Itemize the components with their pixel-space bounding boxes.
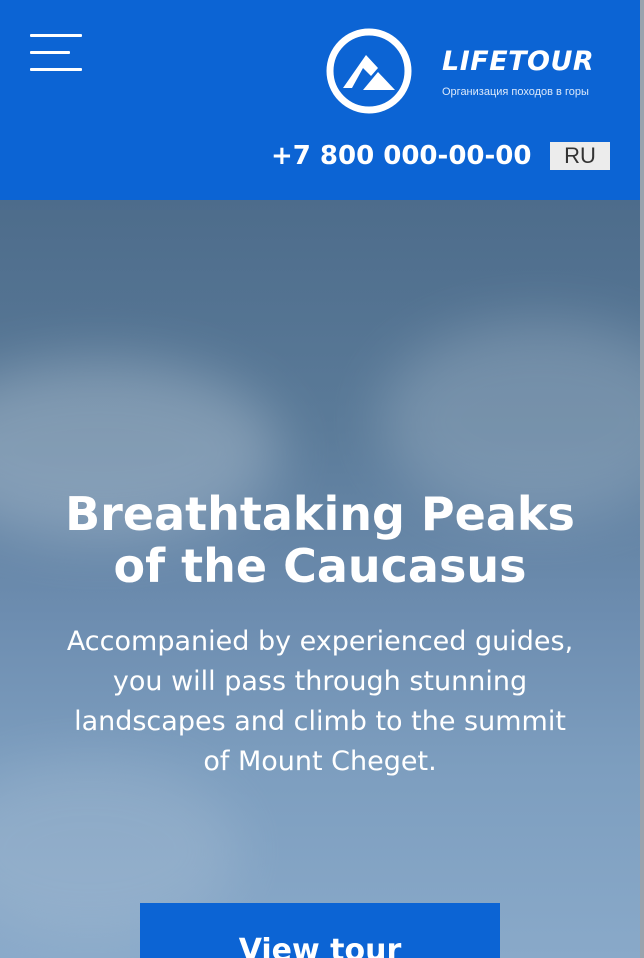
phone-link[interactable]: +7 800 000-00-00 xyxy=(271,140,531,172)
hero-subtitle: Accompanied by experienced guides, you w… xyxy=(20,622,620,782)
hamburger-menu-icon[interactable] xyxy=(30,34,82,72)
mountain-logo-icon xyxy=(326,28,412,114)
hero-title-line: of the Caucasus xyxy=(113,539,527,593)
hero-subtitle-line: Accompanied by experienced guides, xyxy=(66,626,574,657)
hero-title-line: Breathtaking Peaks xyxy=(65,487,575,541)
brand-name: LIFETOUR xyxy=(442,46,595,77)
menu-line-bottom xyxy=(30,68,82,71)
view-tour-button[interactable]: View tour xyxy=(140,903,500,958)
site-header: LIFETOUR Организация походов в горы +7 8… xyxy=(0,0,640,200)
language-switcher[interactable]: RU xyxy=(550,142,610,170)
hero-subtitle-line: landscapes and climb to the summit xyxy=(74,706,566,737)
scrollbar[interactable] xyxy=(640,0,644,958)
brand-tagline: Организация походов в горы xyxy=(442,86,589,98)
menu-line-top xyxy=(30,34,82,37)
hero-title: Breathtaking Peaks of the Caucasus xyxy=(20,488,620,592)
hero-subtitle-line: of Mount Cheget. xyxy=(203,746,437,777)
brand-logo[interactable]: LIFETOUR Организация походов в горы xyxy=(326,28,616,114)
hero-subtitle-line: you will pass through stunning xyxy=(112,666,528,697)
menu-line-middle xyxy=(30,51,70,54)
